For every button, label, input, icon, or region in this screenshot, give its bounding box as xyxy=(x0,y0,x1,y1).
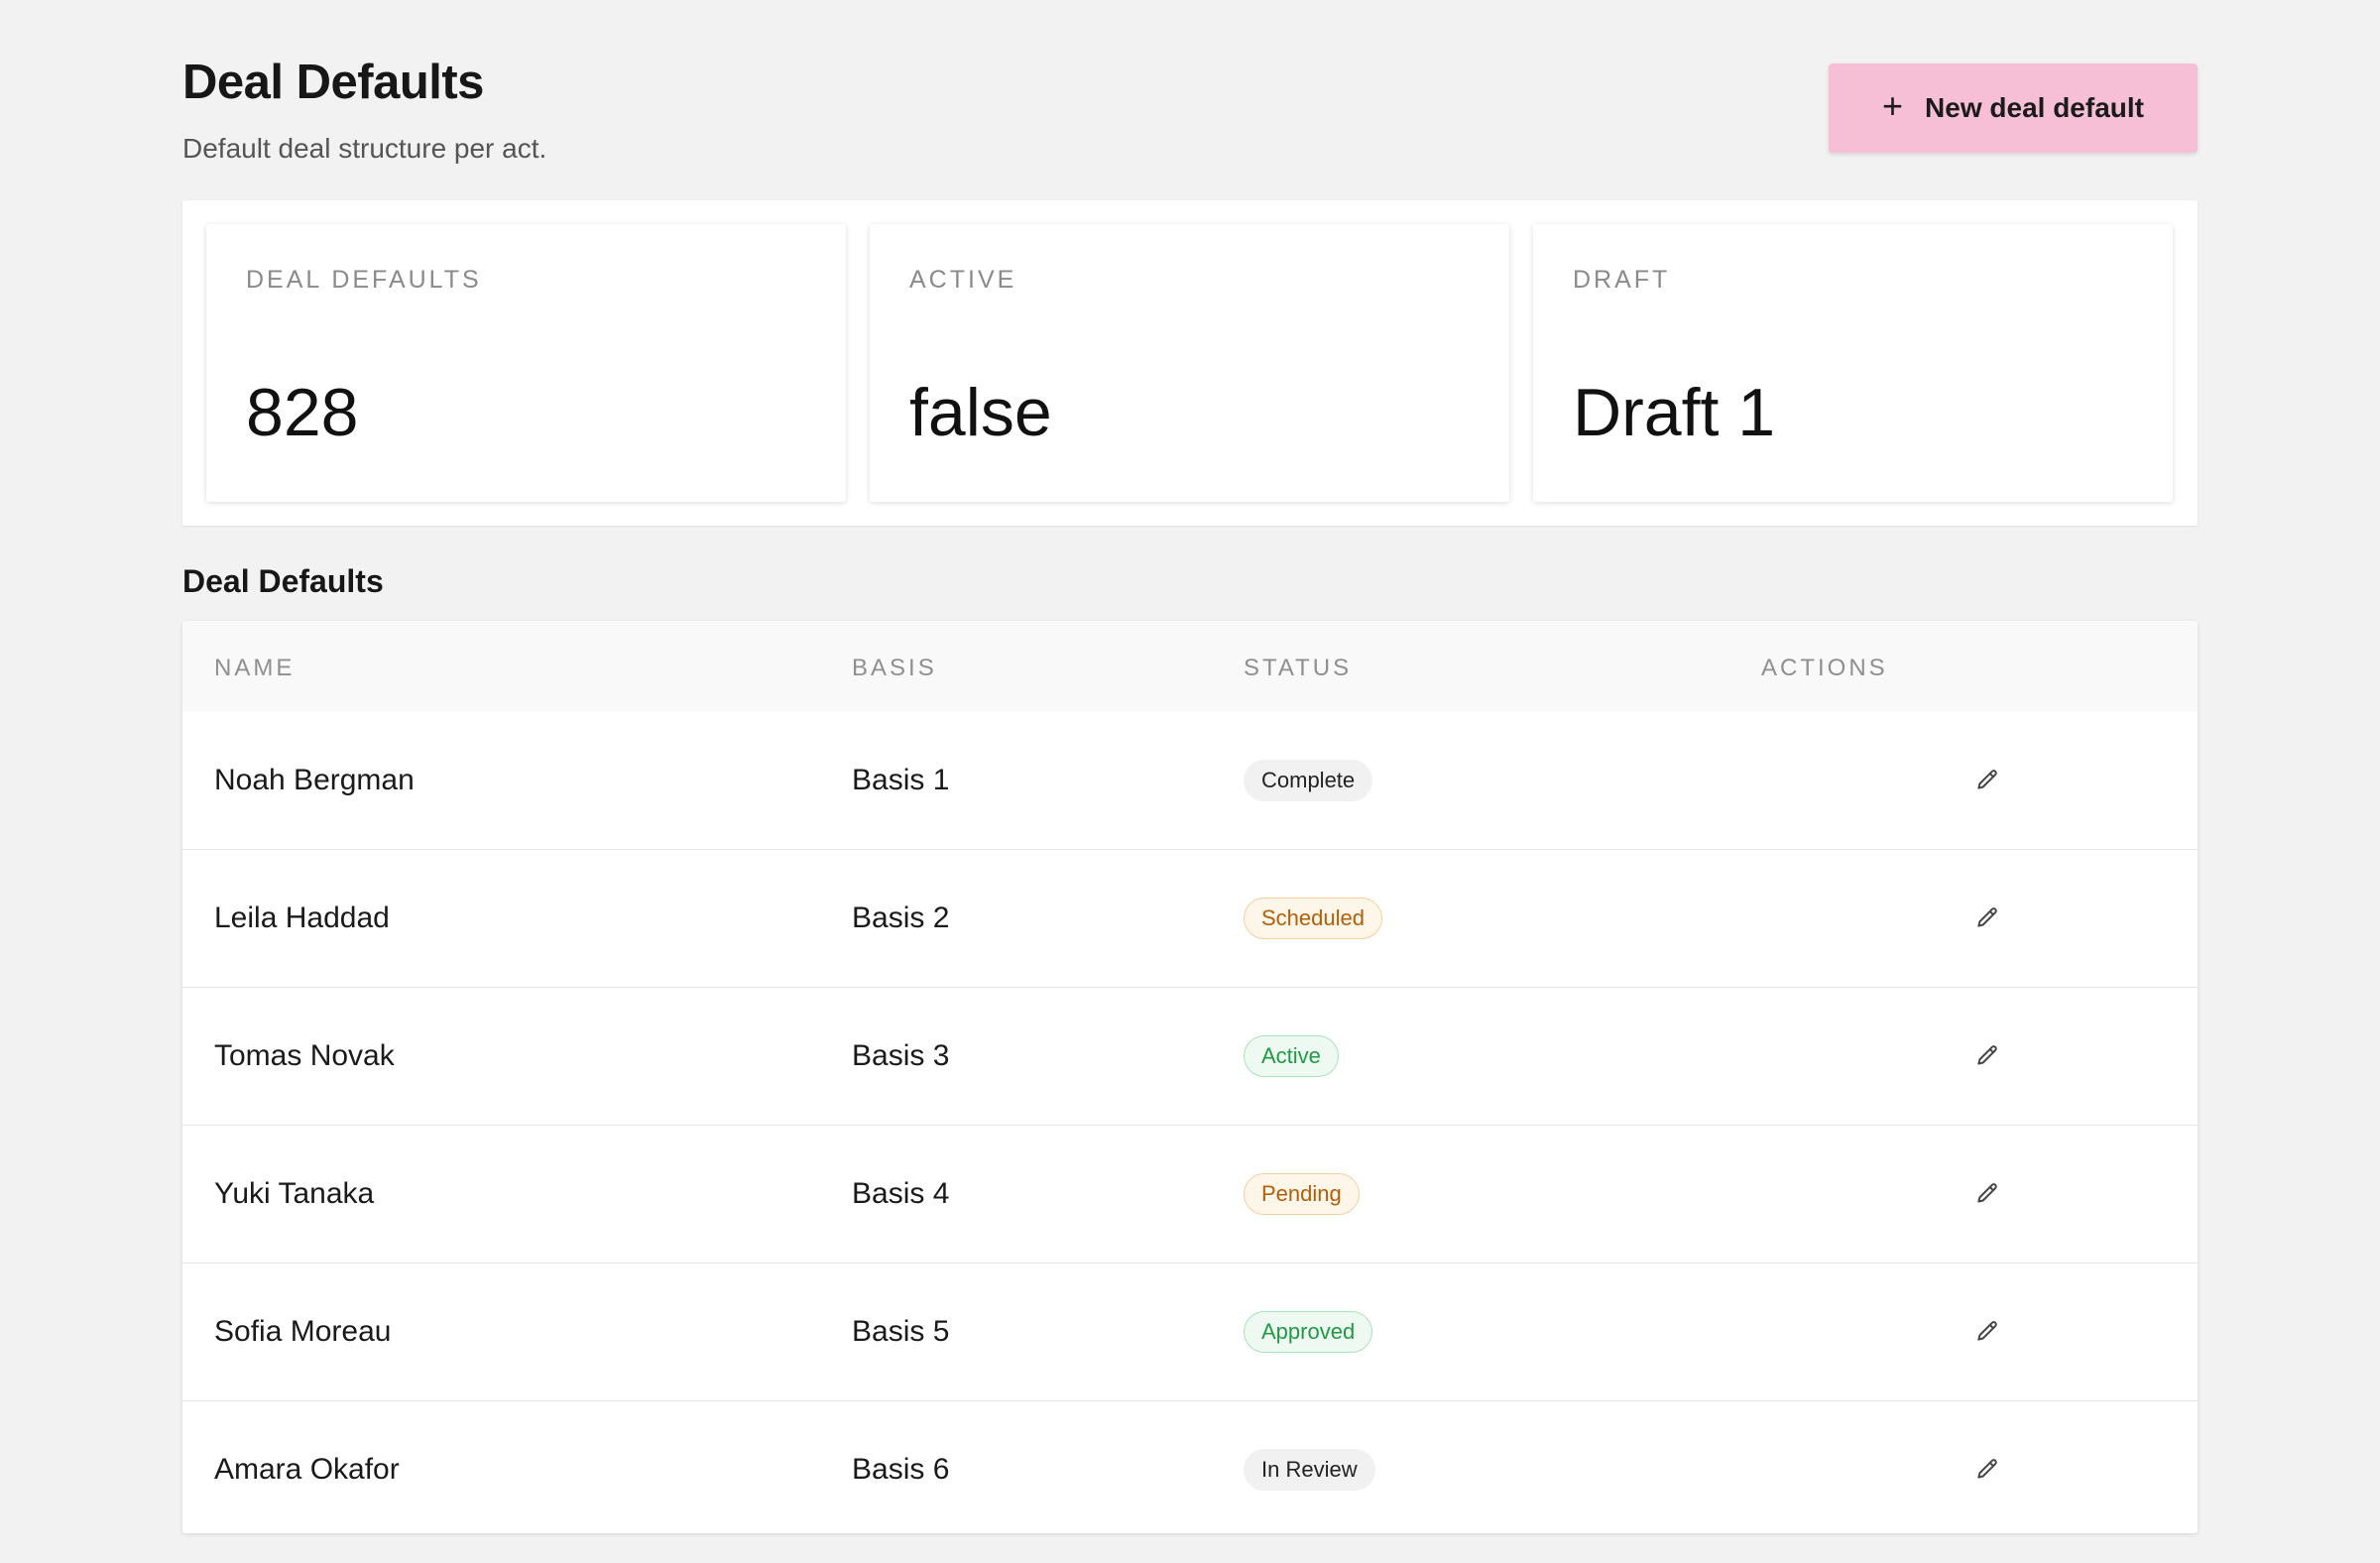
table-row: Amara Okafor Basis 6 In Review xyxy=(182,1400,2198,1533)
table-row: Noah Bergman Basis 1 Complete xyxy=(182,712,2198,849)
stat-label: ACTIVE xyxy=(909,266,1017,294)
status-badge: In Review xyxy=(1244,1449,1375,1491)
stat-card-deal-defaults: DEAL DEFAULTS 828 xyxy=(206,224,846,502)
cell-basis: Basis 6 xyxy=(852,1453,950,1486)
new-deal-default-label: New deal default xyxy=(1925,92,2144,123)
cell-name: Tomas Novak xyxy=(214,1039,395,1072)
pencil-icon xyxy=(1977,1045,1997,1065)
status-badge: Approved xyxy=(1244,1311,1373,1353)
table-header: NAME BASIS STATUS ACTIONS xyxy=(182,621,2198,712)
cell-name: Amara Okafor xyxy=(214,1453,400,1486)
stat-label: DRAFT xyxy=(1573,266,1671,294)
stat-card-active: ACTIVE false xyxy=(870,224,1509,502)
stat-card-draft: DRAFT Draft 1 xyxy=(1533,224,2173,502)
column-header-actions: ACTIONS xyxy=(1761,655,1888,681)
cell-name: Leila Haddad xyxy=(214,902,390,934)
column-header-basis: BASIS xyxy=(852,655,937,681)
cell-basis: Basis 4 xyxy=(852,1177,950,1210)
page-header: Deal Defaults Default deal structure per… xyxy=(182,0,2198,198)
status-badge: Pending xyxy=(1244,1173,1360,1215)
stat-value: Draft 1 xyxy=(1573,375,1776,450)
edit-button[interactable] xyxy=(1964,1308,2011,1356)
new-deal-default-button[interactable]: + New deal default xyxy=(1829,63,2198,153)
edit-button[interactable] xyxy=(1964,757,2011,804)
status-badge: Active xyxy=(1244,1035,1339,1077)
edit-button[interactable] xyxy=(1964,1170,2011,1218)
cell-basis: Basis 2 xyxy=(852,902,950,934)
status-badge: Complete xyxy=(1244,760,1373,801)
status-badge: Scheduled xyxy=(1244,898,1382,939)
pencil-icon xyxy=(1977,907,1997,927)
table-row: Sofia Moreau Basis 5 Approved xyxy=(182,1262,2198,1400)
column-header-status: STATUS xyxy=(1244,655,1353,681)
stat-value: false xyxy=(909,375,1052,450)
cell-basis: Basis 1 xyxy=(852,764,950,796)
table-row: Yuki Tanaka Basis 4 Pending xyxy=(182,1125,2198,1262)
edit-button[interactable] xyxy=(1964,1032,2011,1080)
page: Deal Defaults Default deal structure per… xyxy=(182,0,2198,1533)
page-subtitle: Default deal structure per act. xyxy=(182,133,547,164)
pencil-icon xyxy=(1977,1459,1997,1479)
column-header-name: NAME xyxy=(214,655,296,681)
deal-defaults-table: NAME BASIS STATUS ACTIONS Noah Bergman B… xyxy=(182,621,2198,1533)
cell-basis: Basis 5 xyxy=(852,1315,950,1348)
stat-label: DEAL DEFAULTS xyxy=(246,266,482,294)
pencil-icon xyxy=(1977,770,1997,789)
plus-icon: + xyxy=(1882,85,1904,126)
table-row: Tomas Novak Basis 3 Active xyxy=(182,987,2198,1125)
cell-name: Sofia Moreau xyxy=(214,1315,392,1348)
section-title: Deal Defaults xyxy=(182,563,384,599)
stat-value: 828 xyxy=(246,375,359,450)
table-body: Noah Bergman Basis 1 Complete Leila Hadd… xyxy=(182,712,2198,1533)
cell-name: Noah Bergman xyxy=(214,764,415,796)
table-row: Leila Haddad Basis 2 Scheduled xyxy=(182,849,2198,987)
pencil-icon xyxy=(1977,1183,1997,1203)
stats-panel: DEAL DEFAULTS 828 ACTIVE false DRAFT Dra… xyxy=(182,200,2198,526)
cell-basis: Basis 3 xyxy=(852,1039,950,1072)
cell-name: Yuki Tanaka xyxy=(214,1177,375,1210)
pencil-icon xyxy=(1977,1321,1997,1341)
page-title: Deal Defaults xyxy=(182,56,484,109)
edit-button[interactable] xyxy=(1964,895,2011,942)
edit-button[interactable] xyxy=(1964,1446,2011,1494)
